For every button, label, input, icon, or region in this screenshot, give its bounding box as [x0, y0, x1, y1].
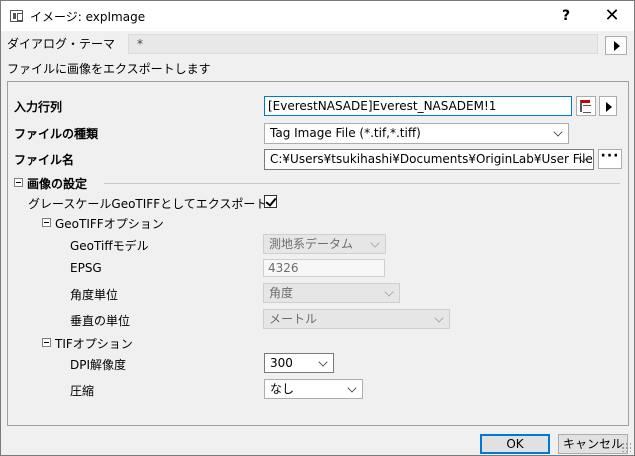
input-matrix-label: 入力行列 — [14, 100, 63, 114]
epsg-label: EPSG — [70, 261, 102, 275]
geotiff-export-label: グレースケールGeoTIFFとしてエクスポート — [28, 197, 268, 211]
geotiff-model-label: GeoTiffモデル — [70, 239, 149, 253]
select-range-button[interactable] — [576, 96, 596, 116]
file-type-label: ファイルの種類 — [14, 127, 99, 141]
compression-select[interactable]: なし — [264, 379, 363, 399]
angle-unit-select[interactable]: 角度 — [263, 283, 400, 303]
dialog-theme-label: ダイアログ・テーマ — [7, 37, 116, 51]
geotiff-model-select[interactable]: 測地系データム — [263, 234, 386, 254]
dpi-value: 300 — [270, 356, 293, 370]
collapse-geotiff-options-icon[interactable] — [42, 218, 51, 227]
chevron-down-icon — [434, 313, 444, 323]
dialog-description: ファイルに画像をエクスポートします — [7, 62, 211, 76]
section-divider — [104, 183, 620, 184]
title-bar: イメージ: expImage ? ✕ — [1, 1, 634, 31]
file-type-select[interactable]: Tag Image File (*.tif,*.tiff) — [264, 123, 569, 144]
file-type-value: Tag Image File (*.tif,*.tiff) — [270, 126, 421, 140]
ok-button[interactable]: OK — [480, 434, 550, 454]
file-name-label: ファイル名 — [14, 153, 75, 167]
geotiff-export-checkbox[interactable] — [264, 195, 277, 208]
compression-value: なし — [270, 382, 295, 396]
close-icon[interactable]: ✕ — [597, 4, 627, 28]
chevron-down-icon — [370, 238, 380, 248]
input-matrix-field[interactable]: [EverestNASADE]Everest_NASADEM!1 — [264, 96, 572, 116]
collapse-image-settings-icon[interactable] — [14, 178, 23, 187]
export-image-dialog: イメージ: expImage ? ✕ ダイアログ・テーマ * ファイルに画像をエ… — [0, 0, 635, 456]
chevron-down-icon — [347, 383, 357, 393]
compression-label: 圧縮 — [70, 384, 95, 398]
vertical-unit-value: メートル — [269, 312, 318, 326]
input-menu-arrow-icon[interactable] — [599, 96, 617, 116]
app-icon — [10, 10, 23, 22]
resize-grip-icon[interactable] — [621, 442, 631, 452]
angle-unit-label: 角度単位 — [70, 288, 119, 302]
theme-menu-arrow-icon[interactable] — [605, 36, 627, 55]
range-select-icon — [580, 100, 591, 113]
geotiff-model-value: 測地系データム — [269, 237, 354, 251]
collapse-tif-options-icon[interactable] — [42, 338, 51, 347]
dpi-combo[interactable]: 300 — [264, 353, 334, 373]
chevron-down-icon — [318, 357, 328, 367]
chevron-down-icon — [553, 127, 563, 137]
image-settings-header: 画像の設定 — [27, 177, 88, 191]
chevron-down-icon — [384, 287, 394, 297]
window-title: イメージ: expImage — [30, 10, 146, 24]
epsg-field[interactable]: 4326 — [263, 259, 385, 277]
angle-unit-value: 角度 — [269, 286, 294, 300]
vertical-unit-select[interactable]: メートル — [263, 309, 450, 329]
browse-button[interactable]: ··· — [598, 149, 622, 169]
help-button[interactable]: ? — [553, 4, 579, 28]
file-name-value: C:¥Users¥tsukihashi¥Documents¥OriginLab¥… — [270, 152, 594, 166]
file-name-combo[interactable]: C:¥Users¥tsukihashi¥Documents¥OriginLab¥… — [264, 149, 594, 170]
geotiff-options-header: GeoTIFFオプション — [55, 217, 164, 231]
tif-options-header: TIFオプション — [55, 337, 133, 351]
settings-panel: 入力行列 [EverestNASADE]Everest_NASADEM!1 ファ… — [7, 81, 629, 426]
dpi-label: DPI解像度 — [70, 358, 127, 372]
cancel-button[interactable]: キャンセル — [558, 434, 628, 454]
dialog-theme-input[interactable]: * — [128, 34, 598, 54]
vertical-unit-label: 垂直の単位 — [70, 314, 131, 328]
